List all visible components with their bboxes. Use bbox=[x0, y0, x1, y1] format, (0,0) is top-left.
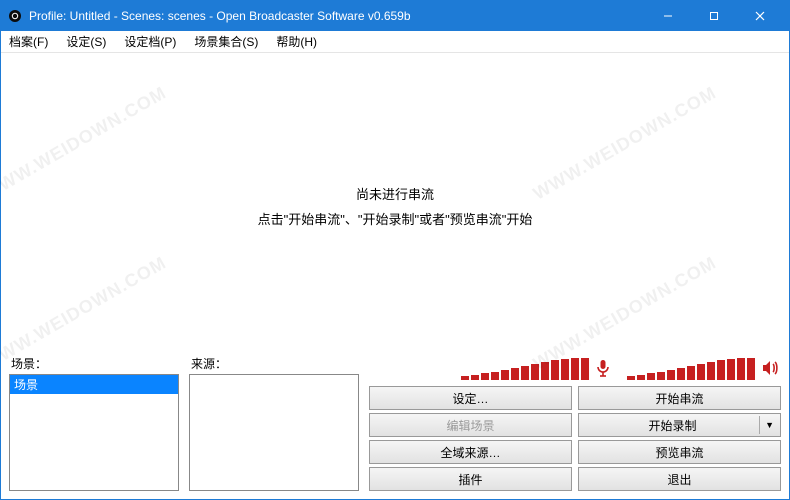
mic-meter[interactable] bbox=[461, 358, 611, 380]
microphone-icon[interactable] bbox=[595, 359, 611, 380]
menu-scene-collection[interactable]: 场景集合(S) bbox=[190, 31, 262, 52]
start-stream-button[interactable]: 开始串流 bbox=[578, 386, 781, 410]
menu-settings[interactable]: 设定(S) bbox=[62, 31, 110, 52]
global-sources-button[interactable]: 全域来源… bbox=[369, 440, 572, 464]
window-controls bbox=[645, 1, 783, 31]
status-line-1: 尚未进行串流 bbox=[1, 183, 789, 208]
mic-meter-bars bbox=[461, 358, 589, 380]
sources-label: 来源： bbox=[189, 355, 359, 372]
window-title: Profile: Untitled - Scenes: scenes - Ope… bbox=[29, 9, 645, 23]
plugins-button[interactable]: 插件 bbox=[369, 467, 572, 491]
titlebar: Profile: Untitled - Scenes: scenes - Ope… bbox=[1, 1, 789, 31]
list-item[interactable]: 场景 bbox=[10, 375, 178, 394]
app-window: Profile: Untitled - Scenes: scenes - Ope… bbox=[0, 0, 790, 500]
menu-help[interactable]: 帮助(H) bbox=[272, 31, 321, 52]
bottom-panel: 场景： 场景 来源： bbox=[9, 355, 781, 491]
controls-column: 设定… 开始串流 编辑场景 开始录制 全域来源… 预览串流 插件 退出 bbox=[369, 355, 781, 491]
scenes-label: 场景： bbox=[9, 355, 179, 372]
settings-button[interactable]: 设定… bbox=[369, 386, 572, 410]
sources-column: 来源： bbox=[189, 355, 359, 491]
app-icon bbox=[7, 8, 23, 24]
minimize-button[interactable] bbox=[645, 1, 691, 31]
button-grid: 设定… 开始串流 编辑场景 开始录制 全域来源… 预览串流 插件 退出 bbox=[369, 386, 781, 491]
status-line-2: 点击"开始串流"、"开始录制"或者"预览串流"开始 bbox=[1, 208, 789, 233]
scenes-column: 场景： 场景 bbox=[9, 355, 179, 491]
menubar: 档案(F) 设定(S) 设定档(P) 场景集合(S) 帮助(H) bbox=[1, 31, 789, 53]
preview-stream-button[interactable]: 预览串流 bbox=[578, 440, 781, 464]
preview-placeholder: 尚未进行串流 点击"开始串流"、"开始录制"或者"预览串流"开始 bbox=[1, 183, 789, 232]
menu-profiles[interactable]: 设定档(P) bbox=[120, 31, 180, 52]
speaker-icon[interactable] bbox=[761, 359, 779, 380]
sources-listbox[interactable] bbox=[189, 374, 359, 491]
audio-meters bbox=[369, 355, 781, 380]
exit-button[interactable]: 退出 bbox=[578, 467, 781, 491]
scenes-listbox[interactable]: 场景 bbox=[9, 374, 179, 491]
close-button[interactable] bbox=[737, 1, 783, 31]
menu-file[interactable]: 档案(F) bbox=[5, 31, 52, 52]
start-record-button[interactable]: 开始录制 bbox=[578, 413, 781, 437]
speaker-meter[interactable] bbox=[627, 358, 779, 380]
maximize-button[interactable] bbox=[691, 1, 737, 31]
content-area: 尚未进行串流 点击"开始串流"、"开始录制"或者"预览串流"开始 场景： 场景 … bbox=[1, 53, 789, 499]
speaker-meter-bars bbox=[627, 358, 755, 380]
edit-scene-button[interactable]: 编辑场景 bbox=[369, 413, 572, 437]
